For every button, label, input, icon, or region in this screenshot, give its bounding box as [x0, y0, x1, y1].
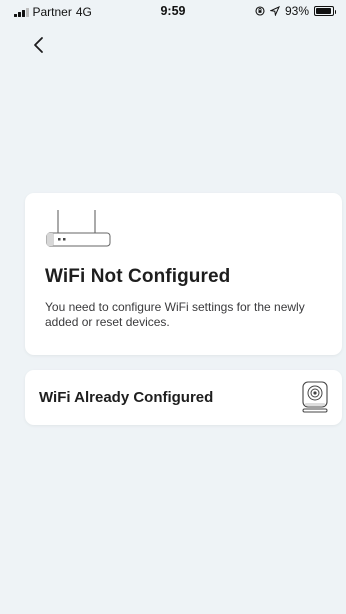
battery-percent: 93% — [284, 4, 309, 18]
card-title: WiFi Already Configured — [39, 389, 214, 406]
wifi-not-configured-card[interactable]: WiFi Not Configured You need to configur… — [25, 193, 342, 355]
orientation-lock-icon — [255, 6, 265, 16]
location-icon — [269, 6, 280, 16]
router-icon — [46, 210, 111, 247]
battery-icon — [314, 6, 336, 16]
status-right: 93% — [255, 4, 336, 18]
back-button[interactable] — [30, 34, 50, 56]
card-description: You need to configure WiFi settings for … — [45, 300, 305, 329]
camera-icon — [302, 381, 328, 413]
card-title: WiFi Not Configured — [45, 266, 231, 287]
wifi-already-configured-card[interactable]: WiFi Already Configured — [25, 370, 342, 425]
chevron-left-icon — [34, 37, 43, 53]
status-bar: Partner 4G 9:59 93% — [0, 0, 346, 22]
